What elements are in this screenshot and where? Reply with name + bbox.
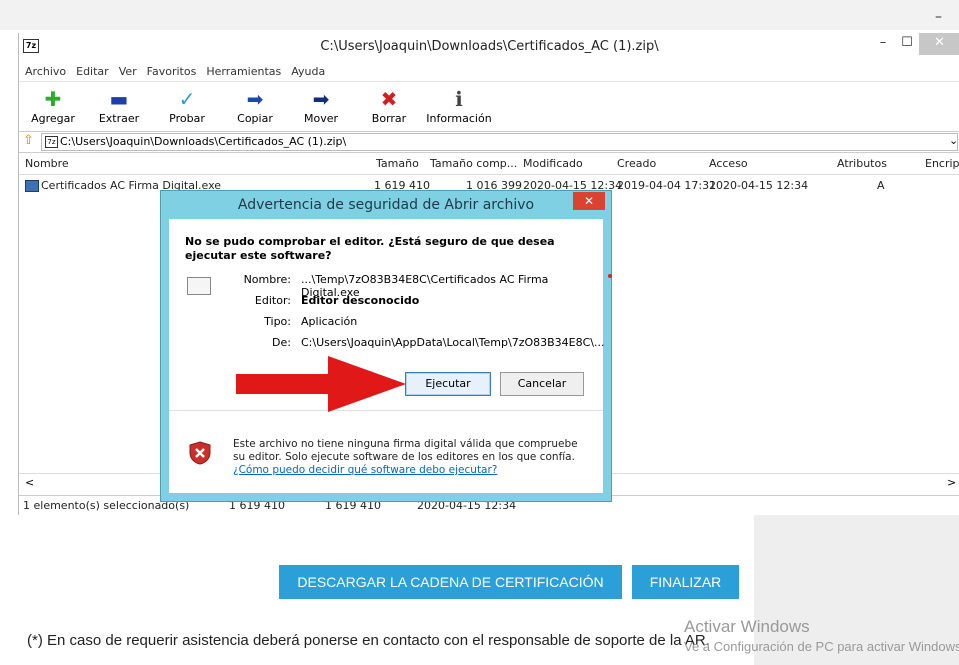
exe-file-icon [25, 180, 39, 192]
cancel-button[interactable]: Cancelar [500, 372, 584, 396]
add-button[interactable]: ✚ Agregar [23, 86, 83, 126]
extract-label: Extraer [98, 112, 140, 125]
move-icon: ➡ [312, 87, 330, 111]
from-value: C:\Users\Joaquin\AppData\Local\Temp\7zO8… [301, 336, 605, 349]
address-bar: ⇧ 7z C:\Users\Joaquin\Downloads\Certific… [19, 131, 959, 153]
info-icon: ℹ [455, 87, 463, 111]
warning-text: Este archivo no tiene ninguna firma digi… [233, 438, 578, 476]
activate-windows-title: Activar Windows [684, 617, 810, 636]
col-modified[interactable]: Modificado [523, 154, 583, 174]
from-label: De: [272, 336, 291, 349]
maximize-button[interactable]: ☐ [895, 33, 919, 55]
minimize-button[interactable]: – [871, 33, 895, 55]
menu-bar: Archivo Editar Ver Favoritos Herramientas Ayu… [19, 63, 959, 81]
menu-editar[interactable]: Editar [76, 63, 109, 81]
copy-button[interactable]: ➡ Copiar [225, 86, 285, 126]
col-created[interactable]: Creado [617, 154, 656, 174]
red-arrow-annotation [236, 356, 406, 412]
address-input[interactable]: 7z C:\Users\Joaquin\Downloads\Certificad… [41, 133, 958, 151]
outer-minimize-button[interactable]: – [935, 9, 942, 25]
outer-top-bar [0, 0, 959, 30]
delete-button[interactable]: ✖ Borrar [359, 86, 419, 126]
archive-icon: 7z [45, 136, 58, 148]
add-icon: ✚ [44, 87, 62, 111]
copy-icon: ➡ [246, 87, 264, 111]
finish-button[interactable]: FINALIZAR [632, 565, 739, 599]
shield-warning-icon [189, 441, 211, 465]
extract-button[interactable]: ▬ Extraer [89, 86, 149, 126]
col-attributes[interactable]: Atributos [837, 154, 887, 174]
window-title: C:\Users\Joaquin\Downloads\Certificados_… [320, 39, 659, 54]
file-created: 2019-04-04 17:31 [617, 179, 717, 192]
menu-ayuda[interactable]: Ayuda [291, 63, 325, 81]
address-path: C:\Users\Joaquin\Downloads\Certificados_… [60, 135, 347, 148]
type-value: Aplicación [301, 315, 358, 328]
title-bar: 7z C:\Users\Joaquin\Downloads\Certificad… [19, 33, 959, 59]
security-warning-dialog: Advertencia de seguridad de Abrir archiv… [160, 190, 612, 502]
editor-label: Editor: [254, 294, 291, 307]
copy-label: Copiar [237, 112, 273, 125]
menu-archivo[interactable]: Archivo [25, 63, 66, 81]
delete-icon: ✖ [380, 87, 398, 111]
add-label: Agregar [31, 112, 75, 125]
dialog-title: Advertencia de seguridad de Abrir archiv… [237, 197, 535, 213]
download-chain-button[interactable]: DESCARGAR LA CADENA DE CERTIFICACIÓN [279, 565, 622, 599]
info-label: Información [426, 112, 492, 125]
chevron-down-icon[interactable]: ⌄ [949, 134, 958, 147]
col-size[interactable]: Tamaño [376, 154, 419, 174]
scroll-left-icon[interactable]: < [25, 476, 34, 489]
col-encrypted[interactable]: Encript [925, 154, 959, 174]
menu-herramientas[interactable]: Herramientas [206, 63, 281, 81]
dialog-question: No se pudo comprobar el editor. ¿Está se… [185, 235, 555, 262]
red-dot-marker [608, 274, 612, 278]
editor-value: Editor desconocido [301, 294, 420, 307]
col-packed[interactable]: Tamaño comp... [430, 154, 517, 174]
name-label: Nombre: [243, 273, 291, 286]
info-button[interactable]: ℹ Información [423, 86, 495, 126]
file-accessed: 2020-04-15 12:34 [709, 179, 809, 192]
scroll-right-icon[interactable]: > [947, 476, 956, 489]
toolbar: ✚ Agregar ▬ Extraer ✓ Probar ➡ Copiar ➡ … [19, 81, 959, 130]
column-header: Nombre Tamaño Tamaño comp... Modificado … [19, 154, 959, 175]
col-name[interactable]: Nombre [25, 154, 69, 174]
application-icon [187, 277, 211, 295]
file-attributes: A [877, 179, 885, 192]
move-button[interactable]: ➡ Mover [291, 86, 351, 126]
move-label: Mover [303, 112, 339, 125]
menu-favoritos[interactable]: Favoritos [147, 63, 197, 81]
help-link[interactable]: ¿Cómo puedo decidir qué software debo ej… [233, 464, 497, 476]
extract-icon: ▬ [109, 87, 129, 111]
type-label: Tipo: [264, 315, 291, 328]
folder-up-icon[interactable]: ⇧ [23, 133, 34, 148]
delete-label: Borrar [371, 112, 407, 125]
dialog-close-button[interactable]: ✕ [573, 192, 605, 210]
activate-windows-subtitle: Ve a Configuración de PC para activar Wi… [684, 639, 959, 654]
test-button[interactable]: ✓ Probar [157, 86, 217, 126]
run-button[interactable]: Ejecutar [405, 372, 491, 396]
test-label: Probar [169, 112, 205, 125]
close-button[interactable]: ✕ [919, 33, 959, 55]
menu-ver[interactable]: Ver [119, 63, 137, 81]
col-accessed[interactable]: Acceso [709, 154, 748, 174]
assistance-notice: (*) En caso de requerir asistencia deber… [27, 632, 710, 649]
test-icon: ✓ [178, 87, 196, 111]
